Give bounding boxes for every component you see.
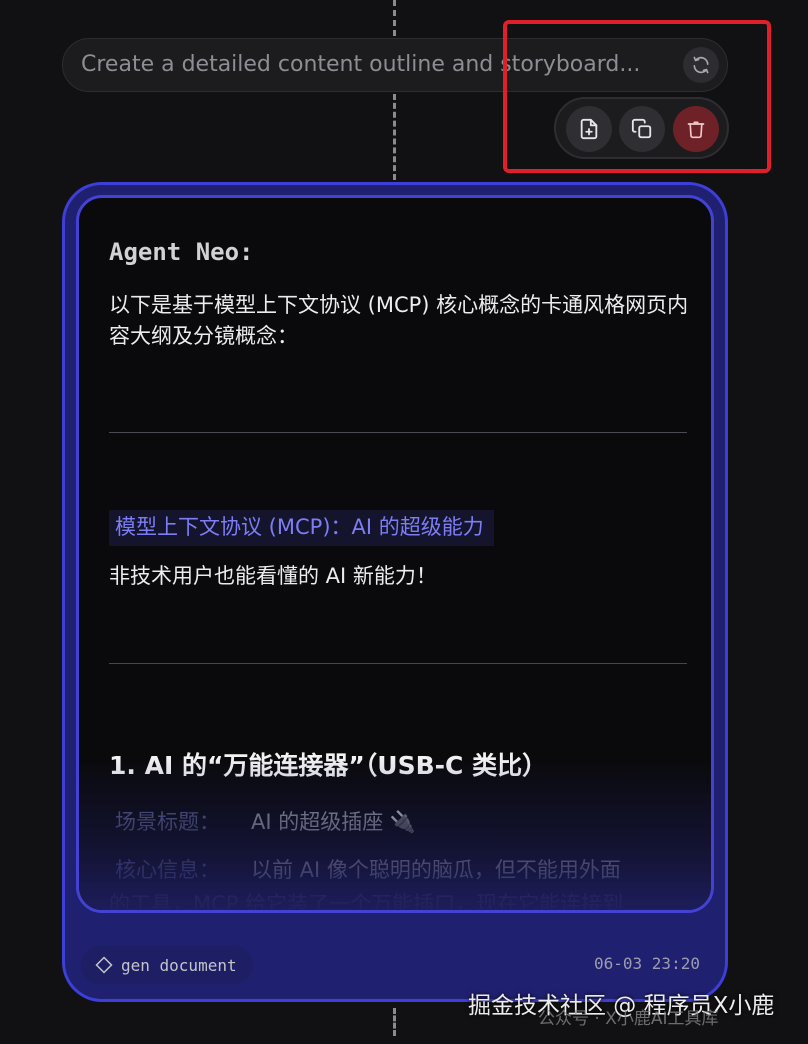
- section-heading: 1. AI 的“万能连接器”（USB-C 类比）: [109, 751, 548, 780]
- diamond-icon: [95, 956, 113, 974]
- divider: [109, 432, 687, 433]
- divider: [109, 663, 687, 664]
- connector-line-middle: [393, 94, 396, 180]
- annotation-highlight-box: [503, 20, 771, 173]
- field-label-core-message: 核心信息：: [115, 858, 220, 882]
- field-value-core-message: 以前 AI 像个聪明的脑瓜，但不能用外面: [251, 858, 621, 882]
- gen-document-tag[interactable]: gen document: [81, 946, 253, 984]
- agent-response-content[interactable]: Agent Neo: 以下是基于模型上下文协议 (MCP) 核心概念的卡通风格网…: [76, 195, 714, 913]
- field-label-scene-title: 场景标题：: [115, 810, 220, 834]
- response-intro: 以下是基于模型上下文协议 (MCP) 核心概念的卡通风格网页内容大纲及分镜概念：: [109, 293, 689, 348]
- timestamp: 06-03 23:20: [594, 954, 700, 973]
- field-value-scene-title: AI 的超级插座 🔌: [251, 810, 417, 834]
- connector-line-top: [393, 0, 396, 36]
- outline-title: 模型上下文协议 (MCP)：AI 的超级能力: [109, 510, 494, 546]
- agent-name: Agent Neo:: [109, 238, 254, 266]
- outline-tagline: 非技术用户也能看懂的 AI 新能力！: [109, 564, 437, 588]
- watermark-secondary: 公众号 · X小鹿AI工具库: [538, 1009, 719, 1029]
- connector-line-bottom: [393, 1008, 396, 1036]
- truncated-content: 的工具，MCP 给它装了一个万能插口，现在它能连接到: [109, 892, 624, 913]
- gen-document-label: gen document: [121, 955, 237, 975]
